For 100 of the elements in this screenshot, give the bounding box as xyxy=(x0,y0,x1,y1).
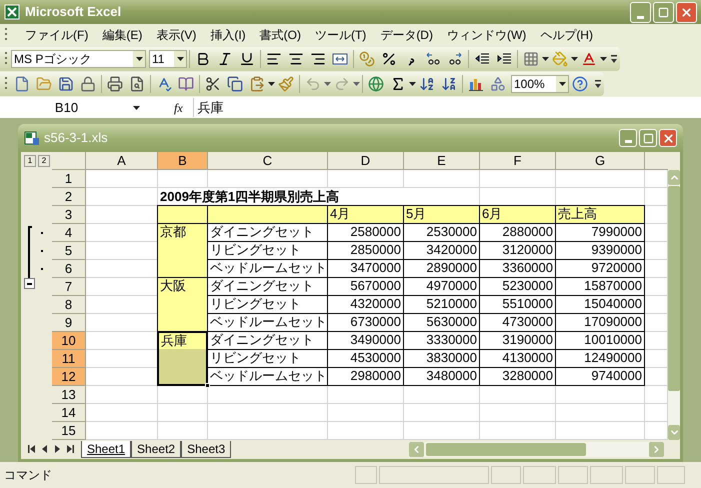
column-header[interactable]: G xyxy=(556,152,645,170)
sheet-tab[interactable]: Sheet2 xyxy=(131,440,182,458)
scroll-thumb[interactable] xyxy=(426,442,586,456)
font-select[interactable]: MS Pゴシック xyxy=(11,50,146,68)
menu-item[interactable]: 挿入(I) xyxy=(210,26,246,44)
caret-icon[interactable] xyxy=(558,82,566,86)
row-header[interactable]: 5 xyxy=(52,242,86,260)
row-header[interactable]: 11 xyxy=(52,350,86,368)
caret-icon[interactable] xyxy=(409,82,416,86)
sheet-tab[interactable]: Sheet1 xyxy=(81,440,132,458)
column-header[interactable]: B xyxy=(158,152,208,170)
copy-icon[interactable] xyxy=(227,76,243,92)
save-icon[interactable] xyxy=(58,76,74,92)
caret-icon[interactable] xyxy=(571,56,578,60)
italic-icon[interactable] xyxy=(217,50,233,66)
formula-field[interactable]: 兵庫 xyxy=(192,98,701,118)
outline-level-button[interactable]: 2 xyxy=(38,155,50,167)
bar-chart-icon[interactable] xyxy=(468,76,484,92)
function-label[interactable]: fx xyxy=(174,98,183,116)
menu-item[interactable]: ツール(T) xyxy=(314,26,366,44)
caret-icon[interactable] xyxy=(133,106,140,110)
column-header[interactable]: A xyxy=(86,152,158,170)
fill-color-icon[interactable] xyxy=(552,50,568,66)
align-left-icon[interactable] xyxy=(266,50,282,66)
toolbar-grip-icon[interactable] xyxy=(5,27,8,43)
increase-indent-icon[interactable] xyxy=(496,50,512,66)
close-button[interactable] xyxy=(676,2,697,22)
row-header[interactable]: 10 xyxy=(52,332,86,350)
menu-item[interactable]: ウィンドウ(W) xyxy=(446,26,526,44)
row-header[interactable]: 12 xyxy=(52,368,86,386)
outline-level-button[interactable]: 1 xyxy=(24,155,36,167)
row-header[interactable]: 2 xyxy=(52,188,86,206)
vertical-scrollbar[interactable] xyxy=(668,152,680,440)
row-header[interactable]: 1 xyxy=(52,170,86,188)
row-header[interactable]: 8 xyxy=(52,296,86,314)
menu-item[interactable]: 書式(O) xyxy=(260,26,301,44)
toolbar-options-icon[interactable] xyxy=(594,79,602,89)
align-right-icon[interactable] xyxy=(310,50,326,66)
maximize-button[interactable] xyxy=(653,2,674,22)
row-header[interactable]: 3 xyxy=(52,206,86,224)
print-preview-icon[interactable] xyxy=(129,76,145,92)
merge-center-icon[interactable] xyxy=(332,50,348,66)
underline-icon[interactable] xyxy=(239,50,255,66)
toolbar-grip-icon[interactable] xyxy=(5,76,8,92)
font-color-icon[interactable] xyxy=(581,50,597,66)
decrease-indent-icon[interactable] xyxy=(474,50,490,66)
row-header[interactable]: 14 xyxy=(52,404,86,422)
shapes-icon[interactable] xyxy=(490,76,506,92)
scroll-thumb[interactable] xyxy=(668,186,680,391)
column-header[interactable]: D xyxy=(328,152,404,170)
caret-icon[interactable] xyxy=(600,56,607,60)
printer-icon[interactable] xyxy=(107,76,123,92)
percent-icon[interactable] xyxy=(381,50,397,66)
globe-icon[interactable] xyxy=(368,76,384,92)
first-sheet-icon[interactable] xyxy=(28,445,35,453)
font-size-select[interactable]: 11 xyxy=(149,50,187,68)
region-cell[interactable]: 京都 xyxy=(157,223,208,278)
row-header[interactable]: 4 xyxy=(52,224,86,242)
sort-ascending-icon[interactable] xyxy=(419,76,435,92)
close-button[interactable] xyxy=(659,129,677,147)
sheet-tab[interactable]: Sheet3 xyxy=(181,440,232,458)
coins-icon[interactable] xyxy=(359,50,375,66)
row-header[interactable]: 7 xyxy=(52,278,86,296)
zoom-select[interactable]: 100% xyxy=(511,75,569,93)
toolbar-options-icon[interactable] xyxy=(610,54,618,64)
column-header[interactable]: C xyxy=(208,152,328,170)
fill-handle[interactable] xyxy=(205,383,210,388)
help-icon[interactable] xyxy=(572,76,588,92)
row-header[interactable]: 15 xyxy=(52,422,86,440)
toolbar-grip-icon[interactable] xyxy=(5,50,8,66)
minimize-button[interactable] xyxy=(630,2,651,22)
row-header[interactable]: 13 xyxy=(52,386,86,404)
minimize-button[interactable] xyxy=(619,129,637,147)
menu-item[interactable]: 表示(V) xyxy=(156,26,196,44)
decrease-decimal-icon[interactable] xyxy=(447,50,463,66)
region-cell[interactable]: 大阪 xyxy=(157,277,208,332)
menu-item[interactable]: ヘルプ(H) xyxy=(540,26,593,44)
new-file-icon[interactable] xyxy=(14,76,30,92)
horizontal-scrollbar[interactable] xyxy=(409,442,664,456)
caret-icon[interactable] xyxy=(542,56,549,60)
next-sheet-icon[interactable] xyxy=(54,445,61,453)
caret-icon[interactable] xyxy=(136,56,142,60)
caret-icon[interactable] xyxy=(176,56,184,60)
row-header[interactable]: 9 xyxy=(52,314,86,332)
caret-icon[interactable] xyxy=(268,82,275,86)
menu-item[interactable]: 編集(E) xyxy=(102,26,142,44)
maximize-button[interactable] xyxy=(639,129,657,147)
last-sheet-icon[interactable] xyxy=(67,445,74,453)
column-header[interactable]: E xyxy=(404,152,480,170)
region-cell[interactable]: 兵庫 xyxy=(157,331,208,386)
align-center-icon[interactable] xyxy=(288,50,304,66)
column-header[interactable]: F xyxy=(480,152,556,170)
lock-icon[interactable] xyxy=(80,76,96,92)
row-header[interactable]: 6 xyxy=(52,260,86,278)
borders-icon[interactable] xyxy=(523,50,539,66)
increase-decimal-icon[interactable] xyxy=(425,50,441,66)
menu-item[interactable]: データ(D) xyxy=(380,26,433,44)
menu-item[interactable]: ファイル(F) xyxy=(25,26,88,44)
previous-sheet-icon[interactable] xyxy=(41,445,48,453)
collapse-button[interactable] xyxy=(24,278,35,289)
